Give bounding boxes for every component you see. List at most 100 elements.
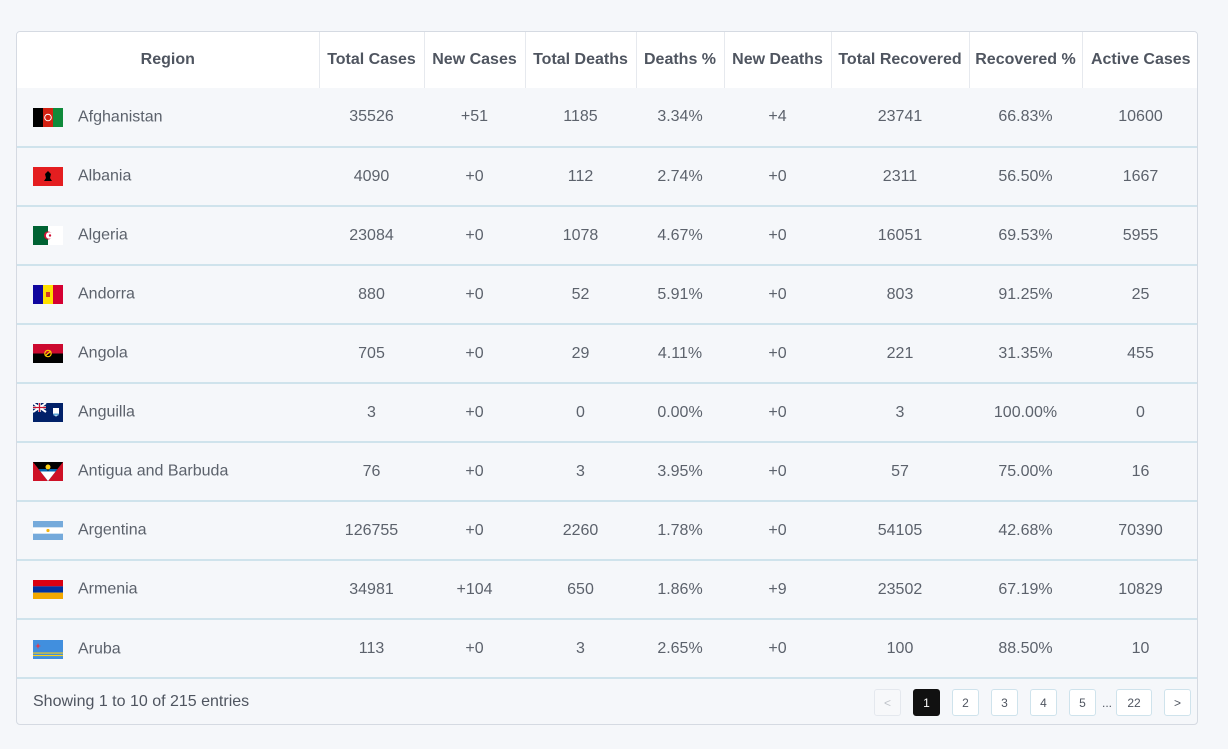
new-cases-cell: +0 xyxy=(424,441,525,501)
table-body: Afghanistan 35526 +51 1185 3.34% +4 23741 66.83… xyxy=(17,88,1197,678)
page-button-1[interactable]: 1 xyxy=(912,689,940,716)
active-cases-cell: 70390 xyxy=(1082,500,1197,560)
active-cases-cell: 5955 xyxy=(1082,205,1197,265)
region-cell: Argentina xyxy=(17,500,319,560)
new-deaths-cell: +0 xyxy=(724,205,831,265)
table-row[interactable]: Afghanistan 35526 +51 1185 3.34% +4 23741 66.83… xyxy=(17,88,1197,147)
header-active-cases[interactable]: Active Cases xyxy=(1082,32,1197,88)
table-row[interactable]: Armenia 34981 +104 650 1.86% +9 23502 67.19% 108… xyxy=(17,559,1197,619)
new-deaths-cell: +9 xyxy=(724,559,831,619)
total-recovered-cell: 3 xyxy=(831,382,969,442)
new-cases-cell: +0 xyxy=(424,205,525,265)
header-deaths-pct[interactable]: Deaths % xyxy=(636,32,725,88)
region-name: Antigua and Barbuda xyxy=(78,462,229,480)
total-cases-cell: 880 xyxy=(319,264,424,324)
region-name: Albania xyxy=(78,167,132,185)
deaths-pct-cell: 2.74% xyxy=(636,146,724,206)
active-cases-cell: 0 xyxy=(1082,382,1197,442)
new-cases-cell: +0 xyxy=(424,500,525,560)
total-deaths-cell: 2260 xyxy=(525,500,636,560)
total-deaths-cell: 650 xyxy=(525,559,636,619)
recovered-pct-cell: 67.19% xyxy=(969,559,1082,619)
total-deaths-cell: 1078 xyxy=(525,205,636,265)
header-recovered-pct[interactable]: Recovered % xyxy=(969,32,1083,88)
pagination-ellipsis: ... xyxy=(1101,695,1112,710)
prev-page-button[interactable]: < xyxy=(873,689,901,716)
new-deaths-cell: +0 xyxy=(724,441,831,501)
header-total-recovered[interactable]: Total Recovered xyxy=(831,32,970,88)
total-cases-cell: 34981 xyxy=(319,559,424,619)
deaths-pct-cell: 1.86% xyxy=(636,559,724,619)
recovered-pct-cell: 75.00% xyxy=(969,441,1082,501)
new-deaths-cell: +0 xyxy=(724,146,831,206)
new-deaths-cell: +0 xyxy=(724,382,831,442)
region-name: Algeria xyxy=(78,226,128,244)
region-cell: Albania xyxy=(17,146,319,206)
table-row[interactable]: Angola 705 +0 29 4.11% +0 221 31.35% 455 xyxy=(17,323,1197,383)
header-total-cases[interactable]: Total Cases xyxy=(319,32,425,88)
region-cell: Andorra xyxy=(17,264,319,324)
table-row[interactable]: Andorra 880 +0 52 5.91% +0 803 91.25% 25 xyxy=(17,264,1197,324)
recovered-pct-cell: 31.35% xyxy=(969,323,1082,383)
anguilla-flag-icon xyxy=(32,402,63,422)
page-button-3[interactable]: 3 xyxy=(990,689,1018,716)
region-name: Angola xyxy=(78,344,128,362)
table-row[interactable]: Antigua and Barbuda 76 +0 3 3.95% +0 57 75.00% 1… xyxy=(17,441,1197,501)
new-deaths-cell: +0 xyxy=(724,618,831,678)
deaths-pct-cell: 1.78% xyxy=(636,500,724,560)
deaths-pct-cell: 4.11% xyxy=(636,323,724,383)
header-new-deaths[interactable]: New Deaths xyxy=(724,32,832,88)
angola-flag-icon xyxy=(33,344,63,363)
active-cases-cell: 16 xyxy=(1082,441,1197,501)
recovered-pct-cell: 88.50% xyxy=(969,618,1082,678)
recovered-pct-cell: 100.00% xyxy=(969,382,1082,442)
entries-info: Showing 1 to 10 of 215 entries xyxy=(33,693,250,710)
page-button-4[interactable]: 4 xyxy=(1029,689,1057,716)
table-row[interactable]: Albania 4090 +0 112 2.74% +0 2311 56.50% 1667 xyxy=(17,146,1197,206)
table-row[interactable]: Anguilla 3 +0 0 0.00% +0 3 100.00% 0 xyxy=(17,382,1197,442)
new-cases-cell: +0 xyxy=(424,618,525,678)
total-recovered-cell: 2311 xyxy=(831,146,969,206)
page-button-last[interactable]: 22 xyxy=(1116,689,1152,716)
header-total-deaths[interactable]: Total Deaths xyxy=(525,32,637,88)
deaths-pct-cell: 3.34% xyxy=(657,108,703,125)
total-deaths-cell: 29 xyxy=(525,323,636,383)
total-cases-cell: 3 xyxy=(319,382,424,442)
page-button-2[interactable]: 2 xyxy=(951,689,979,716)
total-recovered-cell: 23502 xyxy=(831,559,969,619)
recovered-pct-cell: 66.83% xyxy=(998,108,1053,125)
pagination: < 1 2 3 4 5 ... 22 > xyxy=(862,689,1191,716)
total-deaths-cell: 3 xyxy=(525,618,636,678)
table-row[interactable]: Algeria 23084 +0 1078 4.67% +0 16051 69.53% 5955 xyxy=(17,205,1197,265)
region-cell: Anguilla xyxy=(17,382,319,442)
andorra-flag-icon xyxy=(33,285,63,304)
region-name: Argentina xyxy=(78,521,147,539)
total-recovered-cell: 221 xyxy=(831,323,969,383)
new-deaths-cell: +0 xyxy=(724,500,831,560)
page-button-5[interactable]: 5 xyxy=(1068,689,1096,716)
region-cell: Aruba xyxy=(17,618,319,678)
region-cell: Afghanistan xyxy=(17,88,319,147)
new-cases-cell: +51 xyxy=(460,108,489,125)
new-cases-cell: +0 xyxy=(424,264,525,324)
new-deaths-cell: +4 xyxy=(768,108,787,125)
deaths-pct-cell: 5.91% xyxy=(636,264,724,324)
afghanistan-flag-icon xyxy=(33,107,63,127)
region-name: Aruba xyxy=(78,640,121,657)
recovered-pct-cell: 69.53% xyxy=(969,205,1082,265)
new-deaths-cell: +0 xyxy=(724,264,831,324)
table-row[interactable]: Argentina 126755 +0 2260 1.78% +0 54105 42.68% 7… xyxy=(17,500,1197,560)
covid-stats-table-card: Region Total Cases New Cases Total Death… xyxy=(16,31,1198,725)
table-header-row: Region Total Cases New Cases Total Death… xyxy=(17,32,1197,88)
table-row[interactable]: Aruba 113 +0 3 2.65% +0 100 88.50% 10 xyxy=(17,618,1197,678)
aruba-flag-icon xyxy=(33,639,63,659)
active-cases-cell: 1667 xyxy=(1082,146,1197,206)
table-footer: Showing 1 to 10 of 215 entries < 1 2 3 4… xyxy=(17,677,1197,724)
total-cases-cell: 35526 xyxy=(349,108,394,125)
header-region[interactable]: Region xyxy=(17,32,320,88)
next-page-button[interactable]: > xyxy=(1164,689,1191,716)
recovered-pct-cell: 91.25% xyxy=(969,264,1082,324)
total-deaths-cell: 0 xyxy=(525,382,636,442)
header-new-cases[interactable]: New Cases xyxy=(424,32,526,88)
algeria-flag-icon xyxy=(33,226,63,245)
